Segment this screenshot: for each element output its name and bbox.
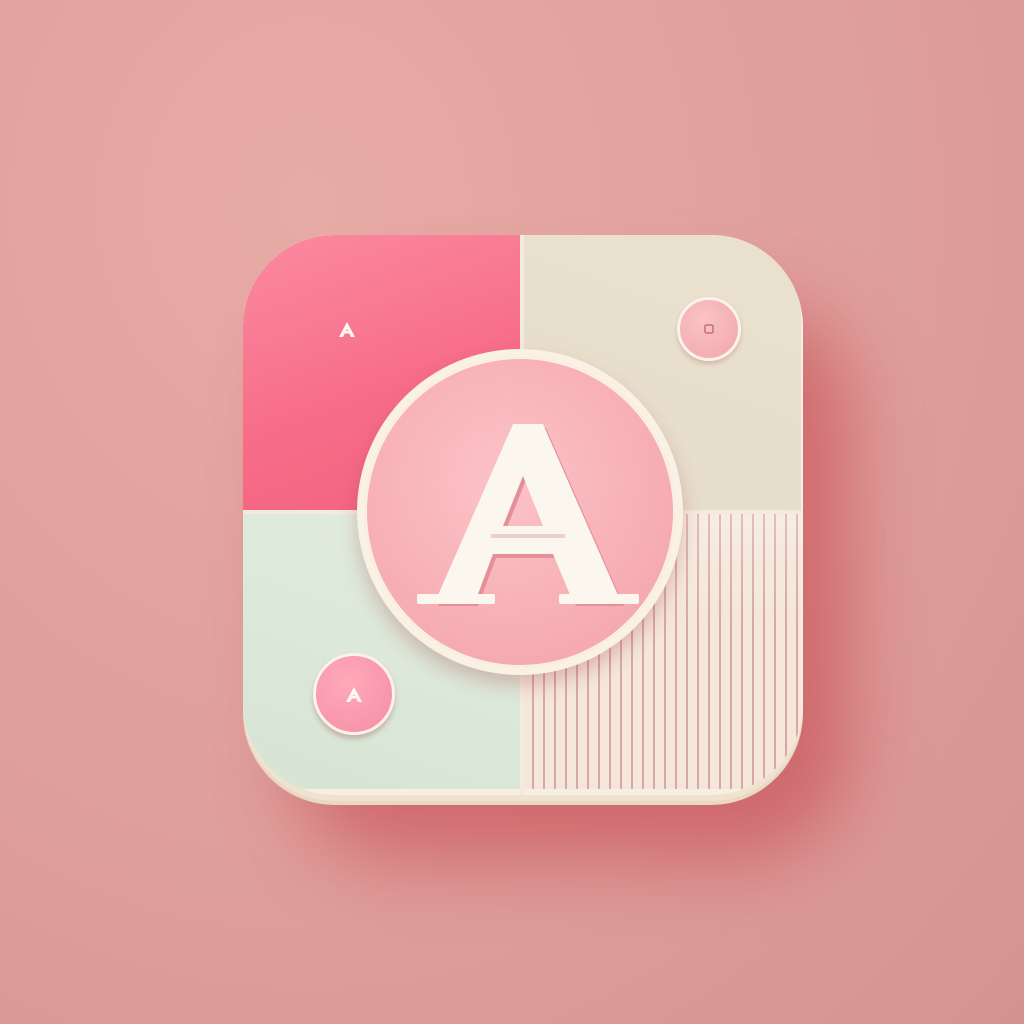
app-icon[interactable] [243,235,803,795]
tiny-square-icon [704,324,714,334]
pink-button-icon [677,297,741,361]
small-a-glyph-icon [346,687,362,702]
letter-a-icon [365,357,675,667]
medallion-face [365,357,675,667]
small-a-mark-icon [339,322,355,337]
center-medallion [357,349,683,675]
